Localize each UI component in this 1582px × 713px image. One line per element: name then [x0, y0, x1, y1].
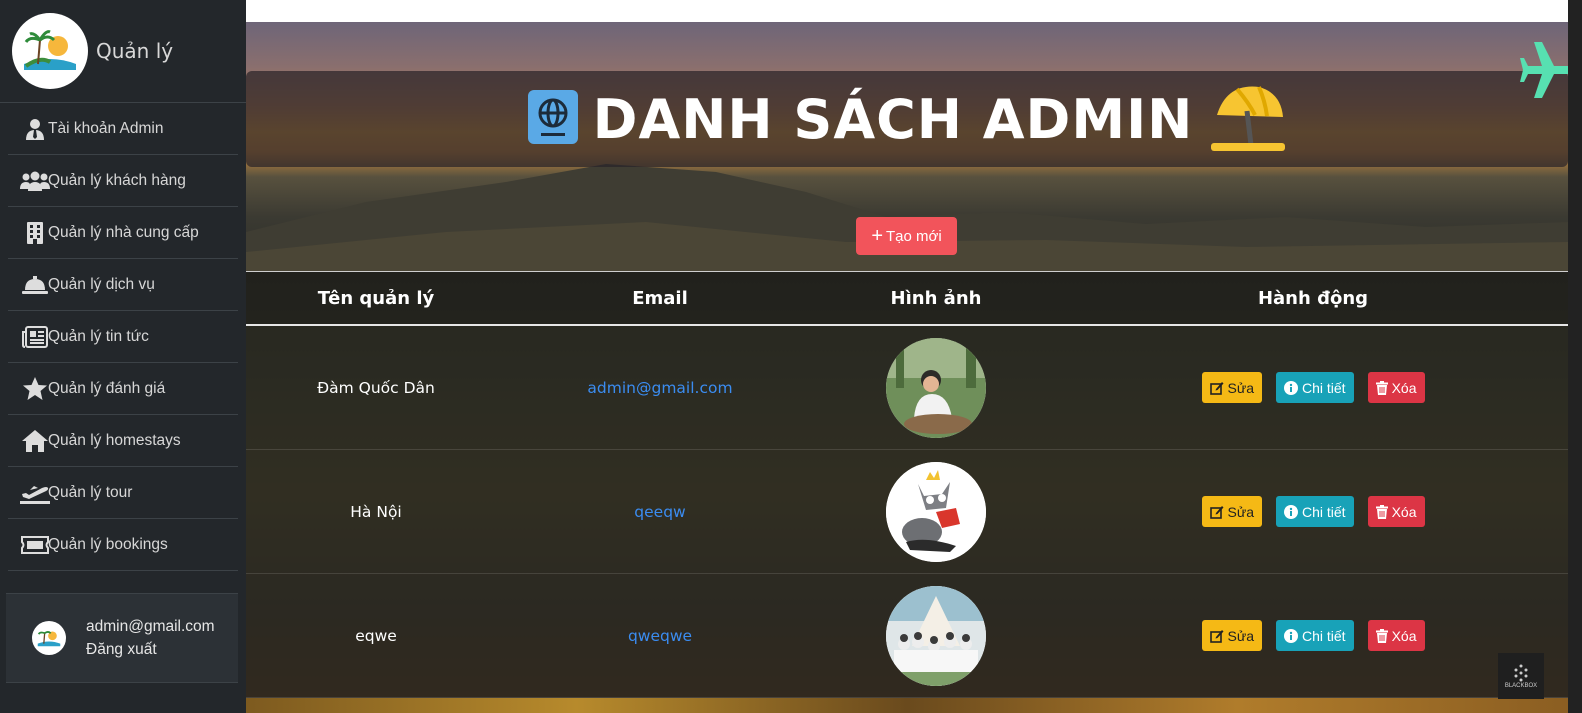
bottom-strip [246, 698, 1568, 713]
newspaper-icon [20, 323, 50, 351]
blackbox-watermark: BLACKBOX [1498, 653, 1544, 699]
sidebar-item-suppliers[interactable]: Quản lý nhà cung cấp [8, 207, 238, 259]
header-name: Tên quản lý [317, 287, 435, 309]
sidebar-item-reviews[interactable]: Quản lý đánh giá [8, 363, 238, 415]
user-email: admin@gmail.com [86, 618, 215, 635]
logo[interactable] [12, 13, 88, 89]
detail-label: Chi tiết [1302, 627, 1346, 644]
ticket-icon [20, 531, 50, 559]
passport-icon [527, 89, 579, 150]
admin-name: eqwe [355, 626, 397, 645]
admin-email[interactable]: qeeqw [506, 503, 814, 521]
detail-label: Chi tiết [1302, 379, 1346, 396]
table-row: Đàm Quốc Dân admin@gmail.com Sửa Chi tiế… [246, 326, 1568, 450]
trash-icon [1375, 628, 1388, 643]
sidebar-item-services[interactable]: Quản lý dịch vụ [8, 259, 238, 311]
star-icon [20, 375, 50, 403]
sidebar-item-news[interactable]: Quản lý tin tức [8, 311, 238, 363]
user-tie-icon [20, 115, 50, 143]
sidebar-item-bookings[interactable]: Quản lý bookings [8, 519, 238, 571]
sidebar-item-label: Quản lý tin tức [48, 327, 149, 345]
sidebar-item-label: Quản lý tour [48, 483, 133, 501]
detail-button[interactable]: Chi tiết [1276, 372, 1354, 403]
delete-label: Xóa [1391, 503, 1417, 520]
admin-avatar [886, 461, 986, 562]
trash-icon [1375, 504, 1388, 519]
header-image: Hình ảnh [890, 287, 982, 309]
admin-avatar [886, 585, 986, 686]
sidebar-item-customers[interactable]: Quản lý khách hàng [8, 155, 238, 207]
plane-departure-icon [20, 479, 50, 507]
trash-icon [1375, 380, 1388, 395]
create-new-button[interactable]: + Tạo mới [856, 217, 957, 255]
edit-label: Sửa [1227, 379, 1255, 396]
top-bar [246, 0, 1568, 22]
building-icon [20, 219, 50, 247]
admin-name: Đàm Quốc Dân [317, 378, 435, 397]
sidebar-brand: Quản lý [0, 0, 246, 103]
sidebar-item-label: Quản lý bookings [48, 535, 168, 553]
delete-button[interactable]: Xóa [1367, 372, 1425, 403]
edit-label: Sửa [1227, 503, 1255, 520]
user-panel: admin@gmail.com Đăng xuất [6, 593, 238, 683]
admin-email[interactable]: admin@gmail.com [506, 379, 814, 397]
edit-button[interactable]: Sửa [1201, 372, 1262, 403]
sidebar-item-tours[interactable]: Quản lý tour [8, 467, 238, 519]
blackbox-logo-icon [1514, 664, 1528, 682]
delete-label: Xóa [1391, 379, 1417, 396]
beach-umbrella-icon [1207, 81, 1287, 158]
sidebar-item-label: Quản lý nhà cung cấp [48, 223, 199, 241]
admin-avatar [886, 337, 986, 438]
sidebar-item-homestays[interactable]: Quản lý homestays [8, 415, 238, 467]
info-circle-icon [1284, 628, 1298, 643]
sidebar-item-admin-accounts[interactable]: Tài khoản Admin [8, 103, 238, 155]
sidebar-item-label: Quản lý khách hàng [48, 171, 186, 189]
sidebar-item-label: Quản lý dịch vụ [48, 275, 155, 293]
logout-link[interactable]: Đăng xuất [86, 638, 215, 661]
title-banner: DANH SÁCH ADMIN [246, 71, 1568, 167]
detail-label: Chi tiết [1302, 503, 1346, 520]
users-icon [20, 167, 50, 195]
header-actions: Hành động [1257, 287, 1369, 309]
plus-icon: + [871, 225, 883, 247]
delete-button[interactable]: Xóa [1367, 620, 1425, 651]
sidebar-nav: Tài khoản Admin Quản lý khách hàng Quản … [0, 103, 246, 571]
edit-icon [1209, 629, 1224, 643]
user-avatar[interactable] [32, 621, 66, 655]
edit-label: Sửa [1227, 627, 1255, 644]
edit-icon [1209, 505, 1224, 519]
table-row: eqwe qweqwe Sửa Chi tiết Xóa [246, 574, 1568, 698]
concierge-bell-icon [20, 271, 50, 299]
airplane-icon [1520, 38, 1568, 107]
delete-label: Xóa [1391, 627, 1417, 644]
admin-email[interactable]: qweqwe [506, 627, 814, 645]
create-new-label: Tạo mới [886, 227, 942, 245]
table-header: Tên quản lý Email Hình ảnh Hành động [246, 271, 1568, 326]
home-icon [20, 427, 50, 455]
edit-icon [1209, 381, 1224, 395]
delete-button[interactable]: Xóa [1367, 496, 1425, 527]
brand-title: Quản lý [96, 39, 174, 63]
header-email: Email [632, 287, 688, 309]
sidebar: Quản lý Tài khoản Admin Quản lý khách hà… [0, 0, 246, 713]
info-circle-icon [1284, 380, 1298, 395]
detail-button[interactable]: Chi tiết [1276, 620, 1354, 651]
admin-table: Tên quản lý Email Hình ảnh Hành động Đàm… [246, 271, 1568, 698]
sidebar-item-label: Quản lý đánh giá [48, 379, 166, 397]
edit-button[interactable]: Sửa [1201, 620, 1262, 651]
admin-name: Hà Nội [350, 502, 402, 521]
detail-button[interactable]: Chi tiết [1276, 496, 1354, 527]
table-row: Hà Nội qeeqw Sửa Chi tiết Xóa [246, 450, 1568, 574]
main-content: DANH SÁCH ADMIN + Tạo mới Tên quản lý Em… [246, 0, 1568, 713]
info-circle-icon [1284, 504, 1298, 519]
edit-button[interactable]: Sửa [1201, 496, 1262, 527]
sidebar-item-label: Quản lý homestays [48, 431, 181, 449]
watermark-label: BLACKBOX [1504, 683, 1538, 689]
page-title: DANH SÁCH ADMIN [592, 87, 1194, 151]
sidebar-item-label: Tài khoản Admin [48, 119, 164, 137]
